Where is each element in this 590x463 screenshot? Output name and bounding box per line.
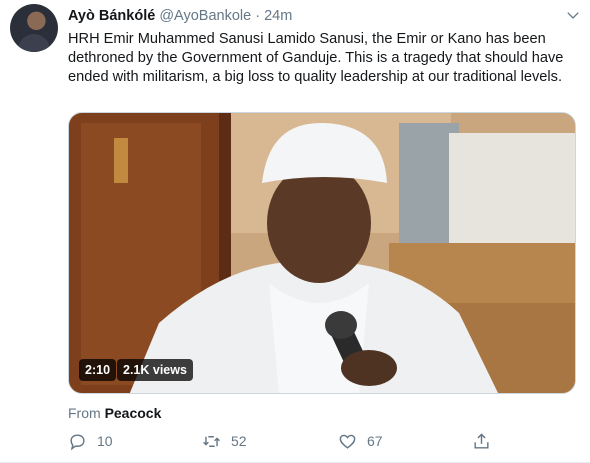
user-handle[interactable]: @AyoBankole [159,8,251,24]
reply-button[interactable]: 10 [68,426,113,456]
video-duration-badge: 2:10 [79,359,117,381]
heart-icon [339,434,356,449]
retweet-icon [203,435,220,447]
chevron-down-icon[interactable] [566,8,580,22]
avatar-figure [18,34,50,52]
source-prefix: From [68,405,101,421]
video-thumbnail [69,113,575,393]
source-link[interactable]: Peacock [105,405,162,421]
tweet-timestamp[interactable]: 24m [264,8,292,24]
video-player[interactable]: 2:10 2.1K views [68,112,576,394]
retweet-button[interactable]: 52 [202,426,247,456]
reply-icon [70,433,85,450]
tweet-actions: 10 52 67 [60,426,580,456]
tweet-text: HRH Emir Muhammed Sanusi Lamido Sanusi, … [68,31,564,85]
tweet-header: Ayò Bánkólé @AyoBankole · 24m [68,7,292,25]
tweet-source: From Peacock [68,405,161,421]
like-count: 67 [367,433,383,449]
avatar[interactable] [10,4,58,52]
tweet-card[interactable]: Ayò Bánkólé @AyoBankole · 24m HRH Emir M… [0,0,590,463]
retweet-count: 52 [231,433,247,449]
display-name[interactable]: Ayò Bánkólé [68,8,155,24]
header-separator: · [255,8,261,24]
share-button[interactable] [472,426,501,456]
reply-count: 10 [97,433,113,449]
like-button[interactable]: 67 [338,426,383,456]
share-icon [474,432,489,449]
video-views-badge: 2.1K views [117,359,193,381]
